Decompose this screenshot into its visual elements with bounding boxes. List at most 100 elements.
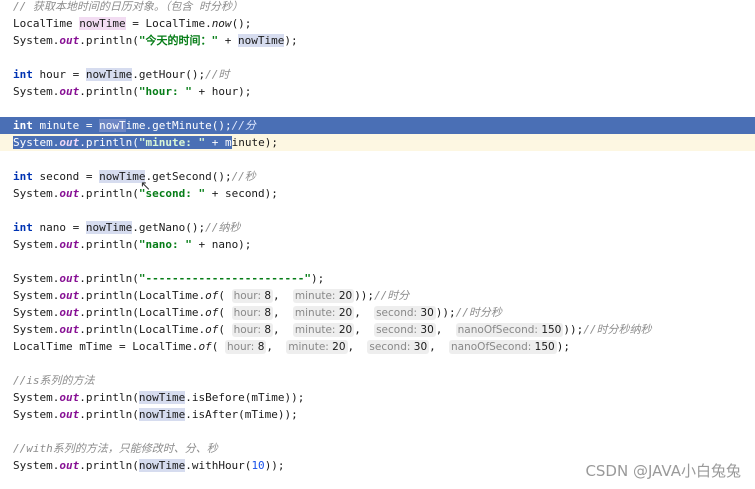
code-line-5[interactable]: int hour = nowTime.getHour();//时	[0, 66, 755, 83]
code-text: System.	[13, 187, 60, 200]
code-text: ,	[429, 340, 436, 353]
static-field: out	[59, 306, 80, 319]
comment: //时分秒	[455, 306, 502, 319]
static-field: out	[59, 323, 80, 336]
code-line-23[interactable]: //is系列的方法	[0, 372, 755, 389]
hint-label: nanoOfSecond:	[457, 324, 538, 336]
code-text: .getNano();	[132, 221, 206, 234]
hint-label: second:	[376, 324, 418, 336]
hint-value: 8	[264, 324, 272, 336]
code-text: .println(	[79, 459, 139, 472]
code-text: );	[311, 272, 325, 285]
code-text: ,	[354, 306, 361, 319]
code-text: second =	[32, 170, 100, 183]
code-text: ,	[347, 340, 355, 353]
variable-highlight: nowTime	[138, 408, 186, 421]
method-name: of	[205, 306, 219, 319]
code-line-20[interactable]: System.out.println(LocalTime.of( hour: 8…	[0, 321, 755, 338]
variable-highlight: nowTime	[85, 68, 133, 81]
comment: //秒	[231, 170, 256, 183]
code-text: System.	[13, 34, 60, 47]
code-text: .getMinute();	[145, 119, 232, 132]
static-field: out	[59, 272, 80, 285]
hint-label: nanoOfSecond:	[451, 341, 532, 353]
code-text: (	[218, 306, 225, 319]
code-text: hour =	[32, 68, 86, 81]
code-line-3[interactable]: System.out.println("今天的时间：" + nowTime);	[0, 32, 755, 49]
param-hint-second: second: 30	[374, 306, 436, 320]
code-text: .println(	[79, 272, 139, 285]
comment: //时分秒纳秒	[583, 323, 652, 336]
code-line-18[interactable]: System.out.println(LocalTime.of( hour: 8…	[0, 287, 755, 304]
code-line-11[interactable]: int second = nowTime.getSecond();//秒	[0, 168, 755, 185]
code-line-2[interactable]: LocalTime nowTime = LocalTime.now();	[0, 15, 755, 32]
code-line-24[interactable]: System.out.println(nowTime.isBefore(mTim…	[0, 389, 755, 406]
keyword: int	[13, 221, 33, 234]
hint-label: minute:	[294, 307, 336, 319]
code-text: (	[218, 323, 225, 336]
watermark: CSDN @JAVA小白兔兔	[585, 462, 741, 480]
keyword: int	[13, 119, 33, 132]
number-literal: 10	[251, 459, 265, 472]
code-line-15[interactable]: System.out.println("nano: " + nano);	[0, 236, 755, 253]
code-line-8-selected[interactable]: int minute = nowTime.getMinute();//分	[0, 117, 755, 134]
param-hint-hour: hour: 8	[231, 306, 274, 320]
code-text: inute);	[231, 136, 278, 149]
param-hint-minute: minute: 20	[286, 340, 348, 354]
static-field: out	[59, 238, 80, 251]
code-text: .println(	[79, 408, 139, 421]
code-line-21[interactable]: LocalTime mTime = LocalTime.of( hour: 8,…	[0, 338, 755, 355]
param-hint-hour: hour: 8	[224, 340, 267, 354]
code-editor[interactable]: // 获取本地时间的日历对象。（包含 时分秒） LocalTime nowTim…	[0, 0, 755, 489]
comment: //is系列的方法	[13, 374, 95, 387]
param-hint-hour: hour: 8	[231, 323, 274, 337]
code-text: );	[284, 34, 298, 47]
code-text: ();	[231, 17, 252, 30]
method-name: of	[205, 323, 219, 336]
hint-label: second:	[369, 341, 411, 353]
hint-value: 8	[264, 290, 272, 302]
code-text: System.	[13, 459, 60, 472]
code-line-6[interactable]: System.out.println("hour: " + hour);	[0, 83, 755, 100]
method-name: of	[205, 289, 219, 302]
code-text: .println(LocalTime.	[79, 306, 206, 319]
method-name: of	[198, 340, 212, 353]
code-line-12[interactable]: System.out.println("second: " + second);	[0, 185, 755, 202]
code-line-14[interactable]: int nano = nowTime.getNano();//纳秒	[0, 219, 755, 236]
static-field: out	[59, 187, 80, 200]
hint-value: 20	[338, 290, 353, 302]
hint-label: second:	[376, 307, 418, 319]
code-text: nano =	[32, 221, 86, 234]
hint-value: 30	[413, 341, 428, 353]
code-line-27[interactable]: //with系列的方法，只能修改时、分、秒	[0, 440, 755, 457]
code-line-9[interactable]: System.out.println("minute: " + minute);	[0, 134, 755, 151]
variable-highlight: nowTime	[138, 459, 186, 472]
code-text: ));	[435, 306, 456, 319]
code-line-17[interactable]: System.out.println("--------------------…	[0, 270, 755, 287]
hint-value: 20	[332, 341, 346, 353]
param-hint-minute: minute: 20	[292, 323, 355, 337]
code-text: + hour);	[191, 85, 252, 98]
type-name: LocalTime	[13, 17, 73, 30]
code-line-1[interactable]: // 获取本地时间的日历对象。（包含 时分秒）	[0, 0, 755, 15]
code-line-19[interactable]: System.out.println(LocalTime.of( hour: 8…	[0, 304, 755, 321]
mouse-pointer-icon: ↖	[140, 179, 151, 194]
code-text: ,	[435, 323, 443, 336]
code-text: ime	[125, 119, 146, 132]
code-text: .isBefore(mTime));	[185, 391, 305, 404]
code-text: ));	[354, 289, 375, 302]
code-text: System.	[13, 238, 60, 251]
code-text: +	[205, 136, 225, 149]
code-text: .println(	[79, 136, 139, 149]
code-line-25[interactable]: System.out.println(nowTime.isAfter(mTime…	[0, 406, 755, 423]
comment: // 获取本地时间的日历对象。（包含 时分秒）	[13, 0, 243, 13]
string-literal: "nano: "	[138, 238, 192, 251]
static-field: out	[59, 391, 80, 404]
hint-label: hour:	[233, 290, 261, 302]
code-text: (	[211, 340, 219, 353]
variable-highlight: nowT	[99, 119, 126, 132]
code-text: System.	[13, 136, 60, 149]
hint-value: 30	[420, 307, 434, 319]
static-field: out	[59, 34, 80, 47]
hint-value: 8	[257, 341, 265, 353]
